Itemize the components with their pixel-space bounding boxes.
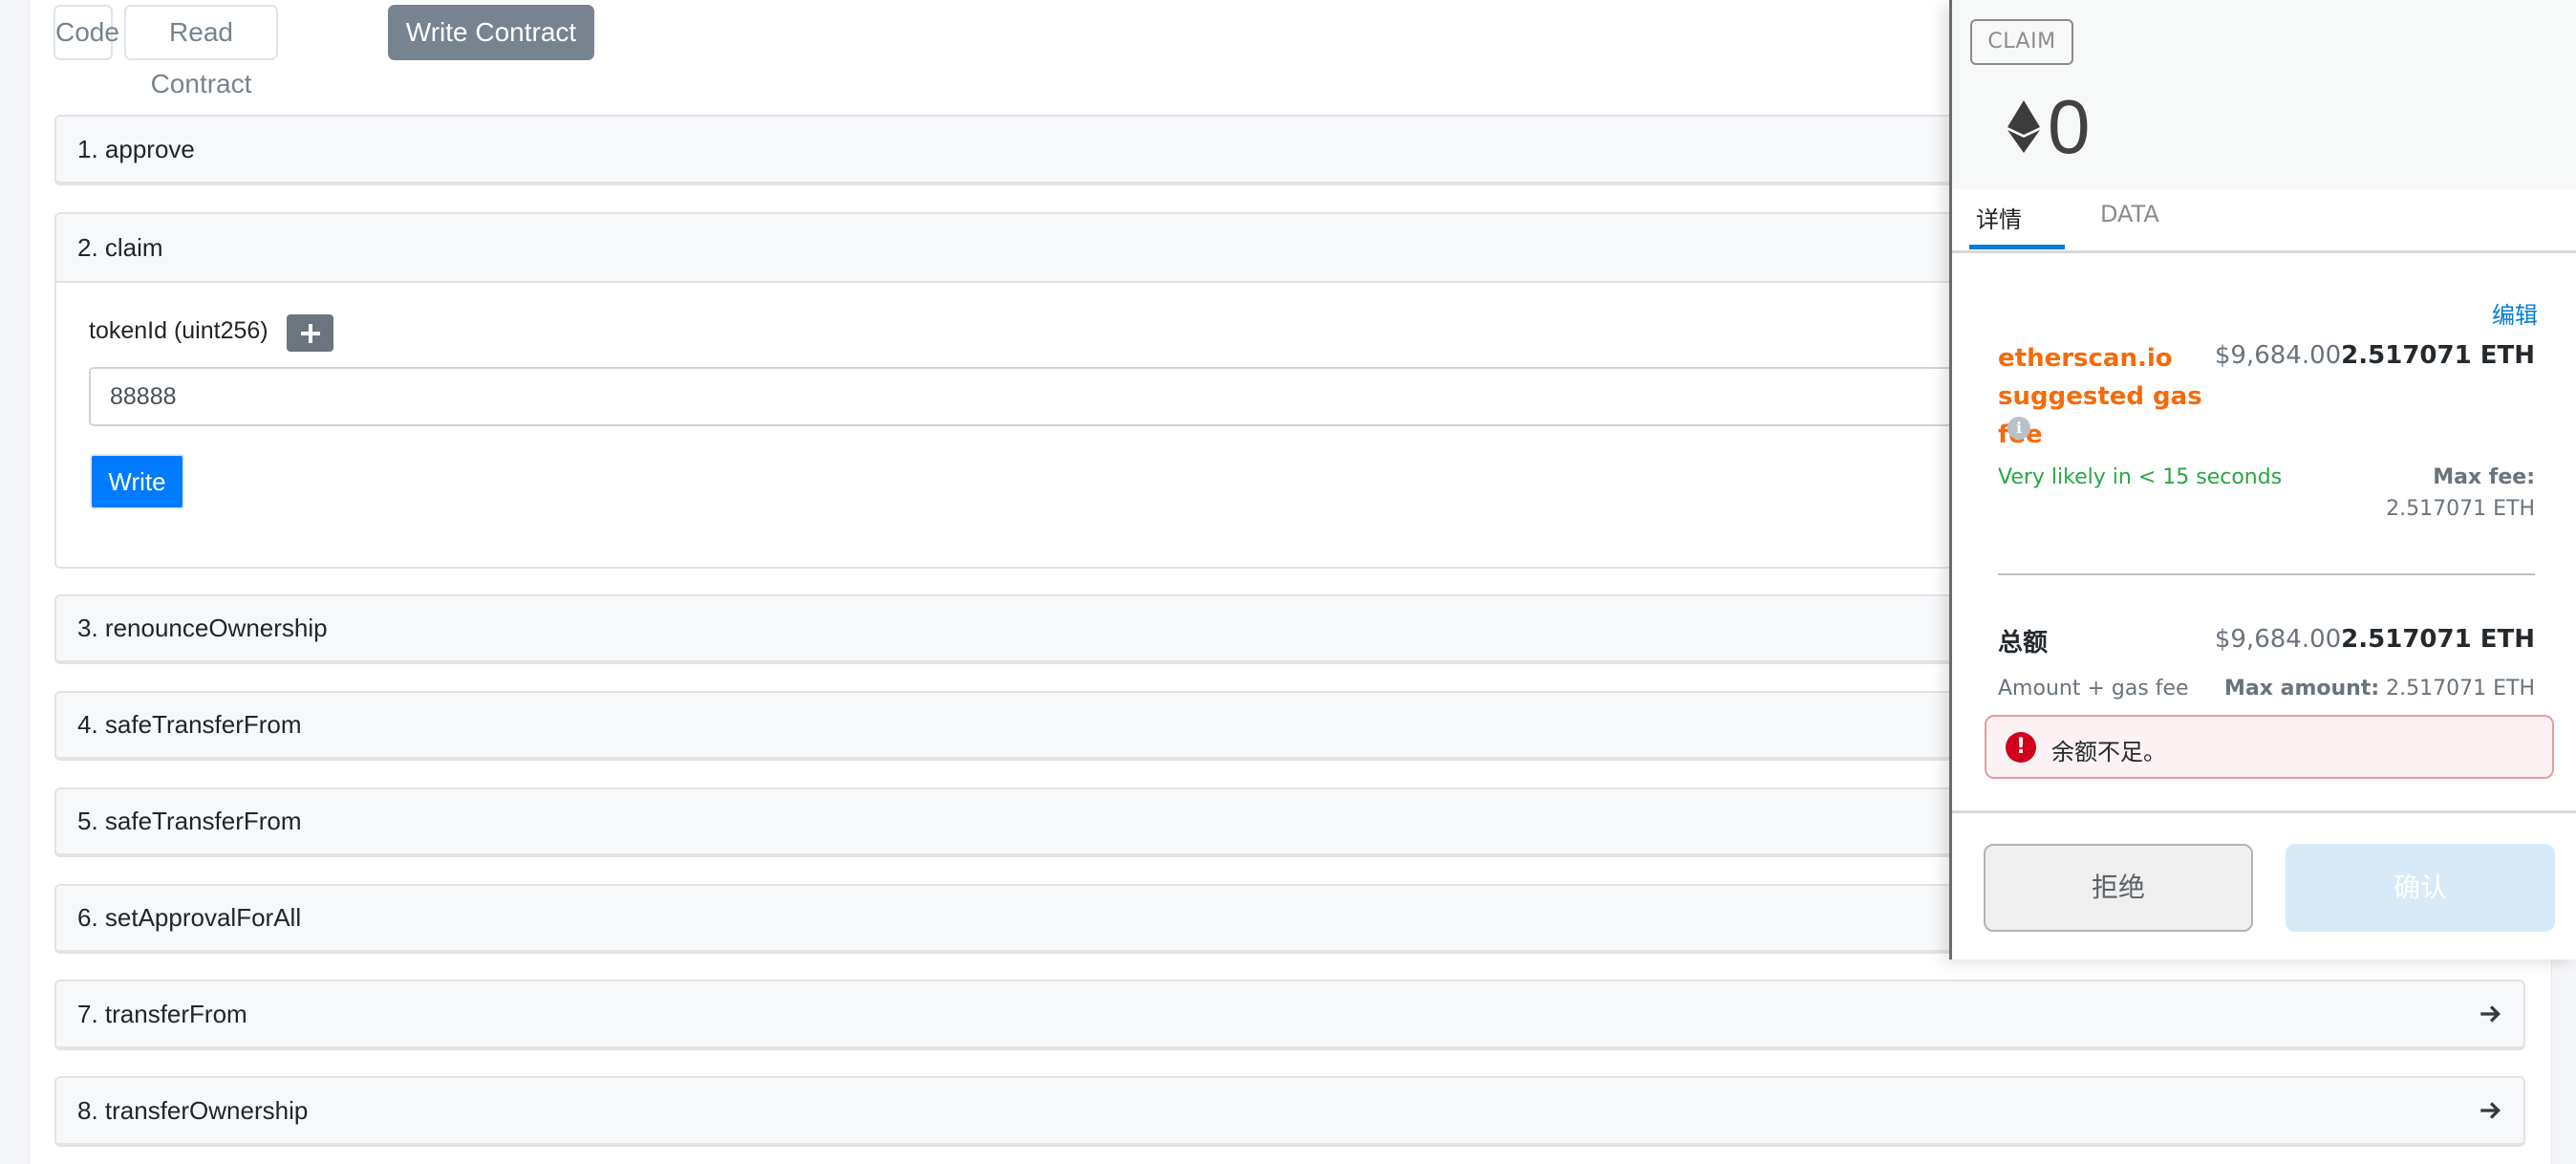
amount-gas-label: Amount + gas fee <box>1998 677 2189 701</box>
write-button[interactable]: Write <box>90 454 184 509</box>
plus-icon <box>300 323 320 343</box>
tab-code[interactable]: Code <box>54 5 119 60</box>
function-title: 5. safeTransferFrom <box>77 807 302 835</box>
tab-details[interactable]: 详情 <box>1976 201 2022 234</box>
token-id-label: tokenId (uint256) <box>89 317 268 344</box>
info-icon[interactable]: i <box>2007 417 2030 440</box>
total-label: 总额 <box>1998 629 2049 657</box>
error-message: 余额不足。 <box>2051 739 2166 765</box>
gas-fee-label: etherscan.io suggested gas fee <box>1998 344 2202 449</box>
function-title: 1. approve <box>77 134 195 163</box>
max-fee-label: Max fee: <box>2433 465 2535 489</box>
add-param-button[interactable] <box>287 314 333 352</box>
tab-write-contract[interactable]: Write Contract <box>388 5 594 60</box>
function-title: 7. transferFrom <box>77 999 247 1028</box>
wallet-footer: 拒绝 确认 <box>1952 810 2576 959</box>
total-value: $9,684.002.517071 ETH <box>2215 625 2535 654</box>
insufficient-funds-alert: ! 余额不足。 <box>1985 715 2554 779</box>
function-transfer-ownership[interactable]: 8. transferOwnership <box>54 1076 2525 1147</box>
max-amount-value: 2.517071 ETH <box>2386 677 2535 701</box>
function-title: 3. renounceOwnership <box>77 614 328 642</box>
function-title: 8. transferOwnership <box>77 1095 309 1125</box>
tab-read-contract[interactable]: Read Contract <box>124 5 278 98</box>
wallet-confirmation-panel: CLAIM 0 详情 DATA 编辑 etherscan.io suggeste… <box>1949 0 2576 959</box>
gas-fee-eth: 2.517071 ETH <box>2341 341 2535 370</box>
function-title: 2. claim <box>77 232 163 262</box>
function-transfer-from[interactable]: 7. transferFrom <box>54 980 2525 1050</box>
edit-gas-link[interactable]: 编辑 <box>2492 296 2538 330</box>
transaction-amount: 0 <box>2048 84 2091 169</box>
reject-button[interactable]: 拒绝 <box>1984 844 2253 932</box>
gas-time-estimate: Very likely in < 15 seconds <box>1998 465 2283 489</box>
function-title: 4. safeTransferFrom <box>77 710 302 739</box>
eth-icon <box>2007 100 2040 153</box>
left-gutter <box>0 0 30 1164</box>
total-eth: 2.517071 ETH <box>2341 625 2535 654</box>
arrow-right-icon <box>2478 981 2502 1046</box>
error-icon: ! <box>2006 732 2036 763</box>
max-amount: Max amount: 2.517071 ETH <box>2224 677 2535 701</box>
max-amount-label: Max amount: <box>2224 677 2380 701</box>
active-tab-indicator <box>1969 245 2065 249</box>
tab-data[interactable]: DATA <box>2100 201 2159 227</box>
max-fee-value: 2.517071 ETH <box>2386 497 2535 521</box>
divider <box>1998 573 2535 575</box>
gas-fee-fiat: $9,684.00 <box>2214 341 2342 370</box>
wallet-tabs: 详情 DATA <box>1952 189 2576 253</box>
method-badge: CLAIM <box>1970 19 2073 65</box>
wallet-header: CLAIM 0 <box>1952 0 2576 189</box>
arrow-right-icon <box>2478 1078 2502 1143</box>
confirm-button[interactable]: 确认 <box>2286 844 2555 932</box>
gas-fee-value: $9,684.002.517071 ETH <box>2215 341 2535 370</box>
total-fiat: $9,684.00 <box>2214 625 2342 654</box>
function-title: 6. setApprovalForAll <box>77 903 302 932</box>
